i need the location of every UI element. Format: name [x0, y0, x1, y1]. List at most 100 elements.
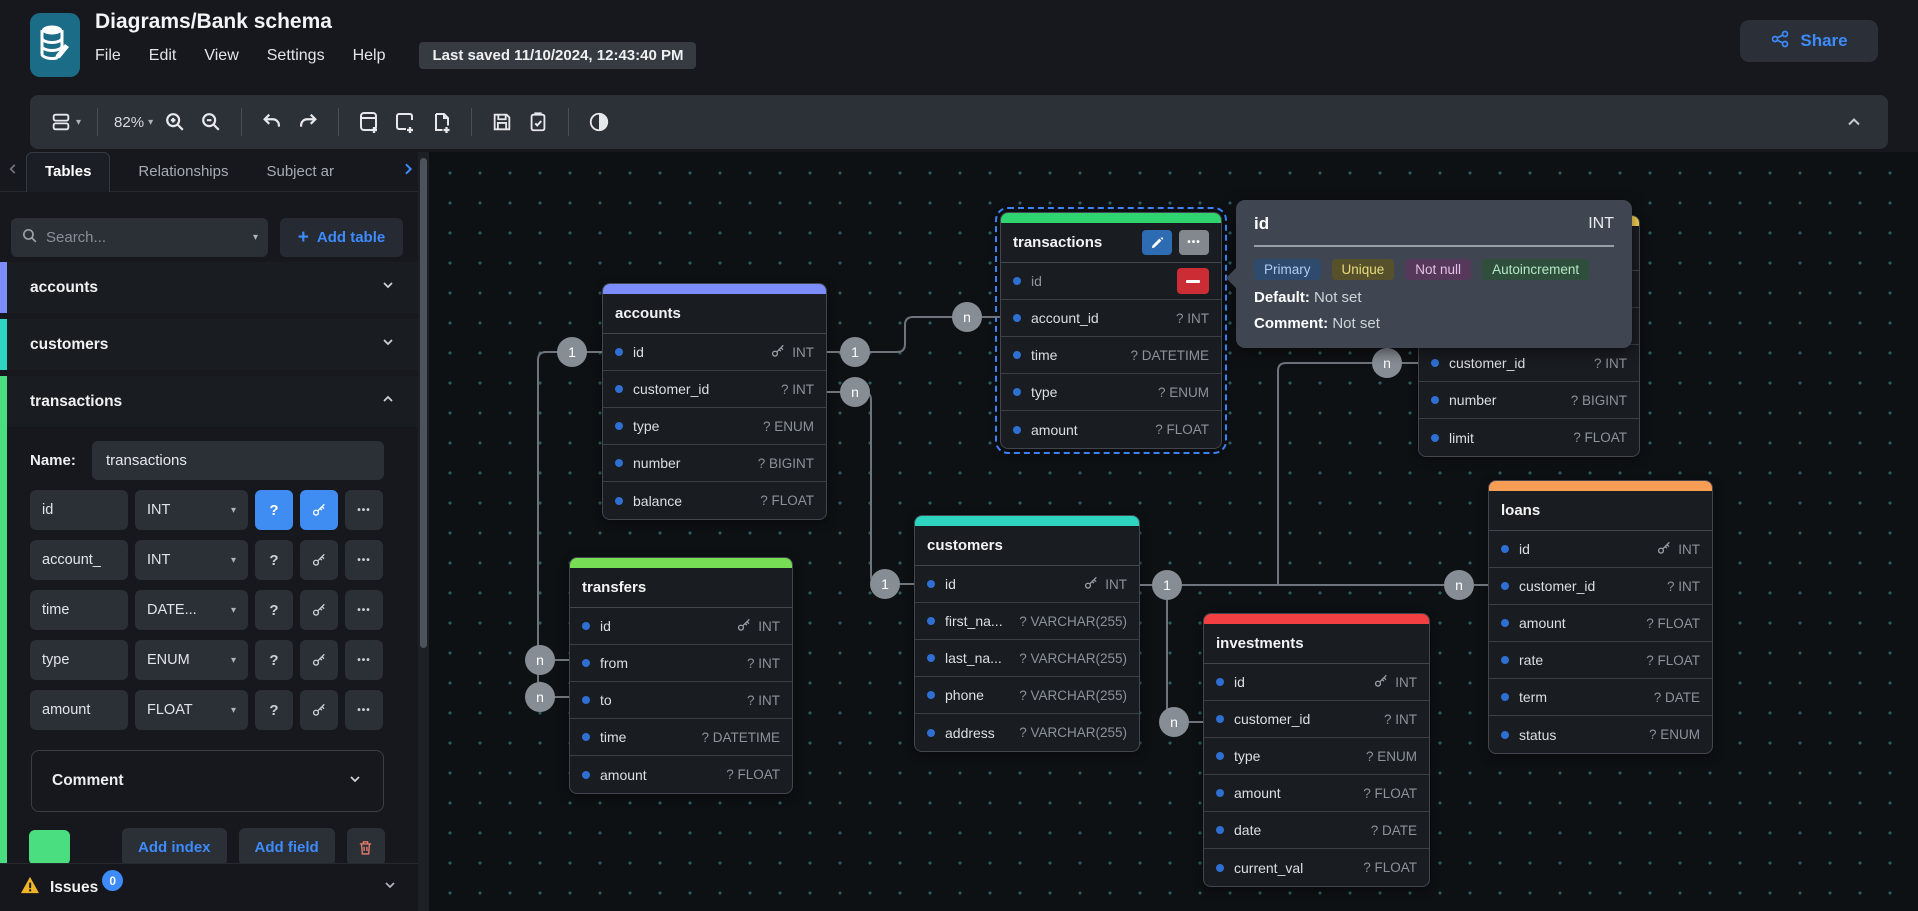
canvas-table-transactions[interactable]: transactions•••idaccount_id? INTtime? DA…: [1000, 212, 1222, 449]
redo-button[interactable]: [290, 104, 326, 140]
diagram-canvas[interactable]: 1nn1nn11nnn id INT PrimaryUniqueNot null…: [429, 152, 1918, 911]
table-header[interactable]: investments: [1204, 624, 1429, 664]
chevron-down-icon[interactable]: [380, 334, 396, 355]
field-name-input[interactable]: time: [30, 590, 128, 630]
nullable-toggle-button[interactable]: ?: [255, 490, 293, 530]
table-field-row[interactable]: idINT: [1489, 531, 1712, 568]
layout-button[interactable]: ▾: [46, 104, 85, 140]
save-button[interactable]: [484, 104, 520, 140]
add-table-button[interactable]: + Add table: [280, 218, 403, 257]
table-field-row[interactable]: account_id? INT: [1001, 300, 1221, 337]
table-search[interactable]: ▾: [11, 218, 268, 257]
table-field-row[interactable]: phone? VARCHAR(255): [915, 677, 1139, 714]
field-more-button[interactable]: •••: [345, 640, 383, 680]
table-more-button[interactable]: •••: [1179, 230, 1209, 255]
table-header[interactable]: accounts: [603, 294, 826, 334]
field-more-button[interactable]: •••: [345, 590, 383, 630]
table-field-row[interactable]: balance? FLOAT: [603, 482, 826, 519]
field-more-button[interactable]: •••: [345, 490, 383, 530]
primary-key-button[interactable]: [300, 640, 338, 680]
table-field-row[interactable]: time? DATETIME: [570, 719, 792, 756]
table-field-row[interactable]: rate? FLOAT: [1489, 642, 1712, 679]
nullable-toggle-button[interactable]: ?: [255, 540, 293, 580]
sidebar-item-transactions[interactable]: transactions: [0, 376, 418, 427]
nullable-toggle-button[interactable]: ?: [255, 690, 293, 730]
share-button[interactable]: Share: [1740, 20, 1878, 62]
primary-key-button[interactable]: [300, 590, 338, 630]
table-field-row[interactable]: amount? FLOAT: [570, 756, 792, 793]
menu-file[interactable]: File: [95, 47, 121, 65]
chevron-down-icon[interactable]: [382, 877, 398, 898]
table-field-row[interactable]: first_na...? VARCHAR(255): [915, 603, 1139, 640]
primary-key-button[interactable]: [300, 490, 338, 530]
table-field-row[interactable]: time? DATETIME: [1001, 337, 1221, 374]
table-header[interactable]: transactions•••: [1001, 223, 1221, 263]
table-field-row[interactable]: amount? FLOAT: [1489, 605, 1712, 642]
menu-help[interactable]: Help: [353, 47, 386, 65]
table-field-row[interactable]: to? INT: [570, 682, 792, 719]
tab-relationships[interactable]: Relationships: [138, 163, 228, 180]
add-subject-area-button[interactable]: [387, 104, 423, 140]
canvas-table-transfers[interactable]: transfersidINTfrom? INTto? INTtime? DATE…: [569, 557, 793, 794]
sidebar-scrollbar[interactable]: [418, 152, 429, 911]
field-type-select[interactable]: FLOAT▾: [135, 690, 248, 730]
table-field-row[interactable]: number? BIGINT: [603, 445, 826, 482]
field-type-select[interactable]: INT▾: [135, 490, 248, 530]
field-more-button[interactable]: •••: [345, 690, 383, 730]
field-name-input[interactable]: id: [30, 490, 128, 530]
table-header[interactable]: loans: [1489, 491, 1712, 531]
nullable-toggle-button[interactable]: ?: [255, 640, 293, 680]
table-field-row[interactable]: type? ENUM: [1204, 738, 1429, 775]
search-input[interactable]: [46, 229, 245, 246]
sidebar-item-accounts[interactable]: accounts: [0, 262, 418, 313]
table-field-row[interactable]: type? ENUM: [603, 408, 826, 445]
table-field-row[interactable]: customer_id? INT: [1204, 701, 1429, 738]
tabs-scroll-left-button[interactable]: [0, 162, 26, 181]
canvas-table-investments[interactable]: investmentsidINTcustomer_id? INTtype? EN…: [1203, 613, 1430, 887]
canvas-table-accounts[interactable]: accountsidINTcustomer_id? INTtype? ENUMn…: [602, 283, 827, 520]
table-field-row[interactable]: number? BIGINT: [1419, 382, 1639, 419]
canvas-table-customers[interactable]: customersidINTfirst_na...? VARCHAR(255)l…: [914, 515, 1140, 752]
delete-table-button[interactable]: [347, 828, 385, 866]
field-name-input[interactable]: account_: [30, 540, 128, 580]
zoom-in-button[interactable]: [157, 104, 193, 140]
field-type-select[interactable]: ENUM▾: [135, 640, 248, 680]
table-field-row[interactable]: customer_id? INT: [1419, 345, 1639, 382]
theme-contrast-button[interactable]: [581, 104, 617, 140]
table-field-row[interactable]: idINT: [570, 608, 792, 645]
chevron-up-icon[interactable]: [380, 391, 396, 412]
primary-key-button[interactable]: [300, 690, 338, 730]
sidebar-scrollbar-thumb[interactable]: [420, 158, 427, 648]
table-field-row[interactable]: limit? FLOAT: [1419, 419, 1639, 456]
field-name-input[interactable]: type: [30, 640, 128, 680]
add-index-button[interactable]: Add index: [122, 828, 227, 866]
table-field-row[interactable]: idINT: [915, 566, 1139, 603]
zoom-out-button[interactable]: [193, 104, 229, 140]
field-type-select[interactable]: INT▾: [135, 540, 248, 580]
table-field-row[interactable]: idINT: [603, 334, 826, 371]
table-field-row[interactable]: current_val? FLOAT: [1204, 849, 1429, 886]
edit-table-button[interactable]: [1142, 230, 1172, 255]
table-field-row[interactable]: idINT: [1204, 664, 1429, 701]
todo-button[interactable]: [520, 104, 556, 140]
field-more-button[interactable]: •••: [345, 540, 383, 580]
table-header[interactable]: customers: [915, 526, 1139, 566]
add-field-button[interactable]: Add field: [239, 828, 335, 866]
tabs-scroll-right-button[interactable]: [400, 161, 416, 182]
comment-section[interactable]: Comment: [31, 750, 384, 812]
table-field-row[interactable]: address? VARCHAR(255): [915, 714, 1139, 751]
field-type-select[interactable]: DATE...▾: [135, 590, 248, 630]
undo-button[interactable]: [254, 104, 290, 140]
menu-edit[interactable]: Edit: [149, 47, 177, 65]
canvas-table-loans[interactable]: loansidINTcustomer_id? INTamount? FLOATr…: [1488, 480, 1713, 754]
add-note-button[interactable]: [423, 104, 459, 140]
menu-view[interactable]: View: [204, 47, 238, 65]
table-field-row[interactable]: date? DATE: [1204, 812, 1429, 849]
sidebar-item-customers[interactable]: customers: [0, 319, 418, 370]
table-field-row[interactable]: type? ENUM: [1001, 374, 1221, 411]
table-header[interactable]: transfers: [570, 568, 792, 608]
toolbar-collapse-button[interactable]: [1836, 104, 1872, 140]
tab-tables[interactable]: Tables: [26, 152, 110, 192]
table-field-row[interactable]: customer_id? INT: [1489, 568, 1712, 605]
primary-key-button[interactable]: [300, 540, 338, 580]
